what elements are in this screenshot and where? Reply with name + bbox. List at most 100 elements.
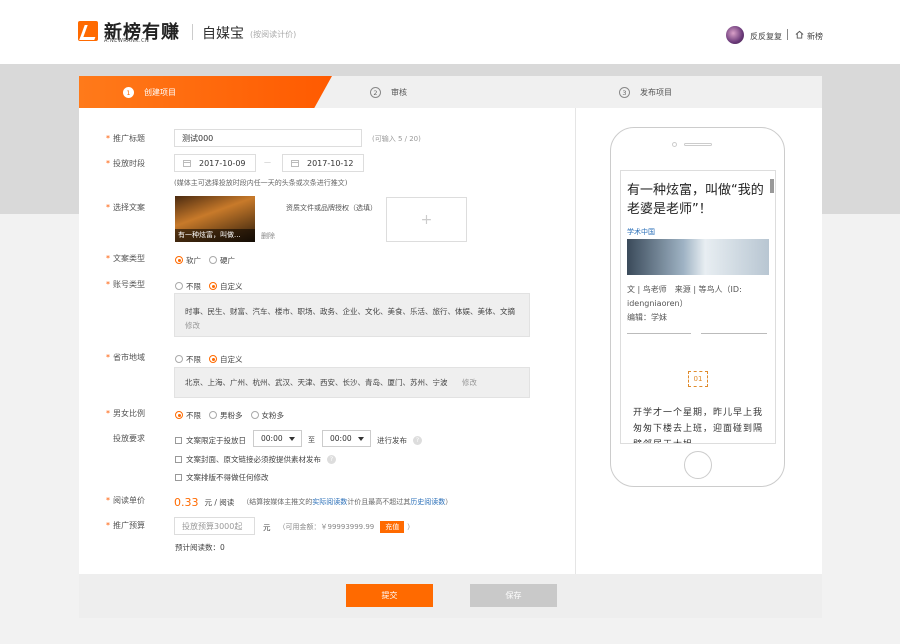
region-tags: 北京、上海、广州、杭州、武汉、天津、西安、长沙、青岛、厦门、苏州、宁波 [185, 378, 448, 387]
delete-article-link[interactable]: 删除 [261, 231, 275, 241]
step-label: 发布项目 [640, 88, 672, 97]
step-create: 1 创建项目 [123, 87, 176, 98]
type-radio-group: 软广 硬广 [175, 253, 243, 267]
product-note: (按阅读计价) [250, 30, 297, 39]
start-time-select[interactable]: 00:00 [253, 430, 302, 447]
article-thumbnail[interactable]: 有一种炫富，叫做... [175, 196, 255, 242]
home-link[interactable]: 新榜 [807, 31, 823, 42]
preview-body-text: 开学才一个星期，昨儿早上我匆匆下楼去上班，迎面碰到隔壁邻居王大姐 [633, 408, 764, 443]
date-dash: — [264, 158, 271, 166]
account-tags: 时事、民生、财富、汽车、楼市、职场、政务、企业、文化、美食、乐活、旅行、体娱、美… [185, 307, 515, 316]
delivery-label: 投放要求 [113, 434, 145, 443]
price-row: 0.33 元 / 阅读 （结算按媒体主推文的 实际阅读数 计价且最高不超过其 历… [174, 495, 453, 509]
radio-region-any[interactable]: 不限 [175, 354, 201, 365]
preview-source-link[interactable]: 学术中国 [627, 227, 655, 237]
create-project-card: 1 创建项目 2 审核 3 发布项目 * 推广标题 测试000 (可输入 5 / … [79, 76, 822, 618]
radio-soft-ad[interactable]: 软广 [175, 255, 201, 266]
account-type-label: * 账号类型 [106, 280, 145, 289]
period-hint: (媒体主可选择投放时段内任一天的头条或次条进行推文) [174, 179, 348, 187]
help-icon[interactable]: ? [413, 435, 422, 445]
region-tags-box: 北京、上海、广州、杭州、武汉、天津、西安、长沙、青岛、厦门、苏州、宁波 修改 [174, 367, 530, 398]
phone-preview: 有一种炫富，叫做“我的老婆是老师”！ 学术中国 文 | 鸟老师 来源 | 等鸟人… [610, 127, 785, 487]
radio-region-custom[interactable]: 自定义 [209, 354, 243, 365]
history-reads-link[interactable]: 历史阅读数 [410, 497, 445, 507]
step-number: 1 [123, 87, 134, 98]
end-time-select[interactable]: 00:00 [322, 430, 371, 447]
price-unit: 元 / 阅读 [204, 497, 235, 507]
calendar-icon [291, 160, 299, 167]
price-value: 0.33 [174, 495, 199, 509]
title-count-hint: (可输入 5 / 20) [372, 135, 421, 143]
help-icon[interactable]: ? [327, 454, 336, 464]
account-type-radio-group: 不限 自定义 [175, 279, 251, 293]
region-radio-group: 不限 自定义 [175, 352, 251, 366]
chevron-down-icon [289, 437, 295, 441]
title-label: * 推广标题 [106, 134, 145, 143]
account-tags-box: 时事、民生、财富、汽车、楼市、职场、政务、企业、文化、美食、乐活、旅行、体娱、美… [174, 293, 530, 337]
step-review: 2 审核 [370, 87, 407, 98]
phone-speaker [684, 143, 712, 146]
checkbox-use-material[interactable]: 文案封面、原文链接必须按提供素材发布 [175, 454, 321, 465]
start-date-input[interactable]: 2017-10-09 [174, 154, 256, 172]
checkbox-limit-day[interactable]: 文案限定于投放日 [175, 435, 246, 446]
step-number: 3 [619, 87, 630, 98]
radio-account-custom[interactable]: 自定义 [209, 281, 243, 292]
edit-region-tags-link[interactable]: 修改 [462, 378, 477, 387]
step-label: 创建项目 [144, 88, 176, 97]
user-divider [787, 29, 788, 40]
price-label: * 阅读单价 [106, 496, 145, 505]
user-name-link[interactable]: 反反复复 [750, 31, 782, 42]
home-icon[interactable] [795, 30, 804, 39]
newrank-logo-icon[interactable] [78, 21, 98, 41]
actual-reads-link[interactable]: 实际阅读数 [312, 497, 347, 507]
radio-gender-any[interactable]: 不限 [175, 410, 201, 421]
phone-camera [672, 142, 677, 147]
preview-meta: 文 | 鸟老师 来源 | 等鸟人（ID: idengniaoren） 编辑：学妹 [627, 285, 742, 322]
budget-input[interactable]: 投放预算3000起 [174, 517, 255, 535]
submit-button[interactable]: 提交 [346, 584, 433, 607]
radio-hard-ad[interactable]: 硬广 [209, 255, 235, 266]
balance-text: （可用金额：￥99993999.99 [278, 523, 375, 531]
form-preview-divider [575, 108, 576, 574]
upload-license-button[interactable]: + [386, 197, 467, 242]
step-progress: 1 创建项目 2 审核 3 发布项目 [79, 76, 822, 108]
save-button[interactable]: 保存 [470, 584, 557, 607]
step-publish: 3 发布项目 [619, 87, 672, 98]
title-input[interactable]: 测试000 [174, 129, 362, 147]
period-label: * 投放时段 [106, 159, 145, 168]
step-number: 2 [370, 87, 381, 98]
gender-radio-group: 不限 男粉多 女粉多 [175, 408, 292, 422]
checkbox-no-layout-change[interactable]: 文案排版不得做任何修改 [175, 472, 269, 483]
form-footer: 提交 保存 [79, 574, 822, 618]
time-to-text: 至 [308, 436, 315, 444]
radio-account-any[interactable]: 不限 [175, 281, 201, 292]
chevron-down-icon [358, 437, 364, 441]
preview-divider [701, 333, 767, 334]
edit-account-tags-link[interactable]: 修改 [185, 321, 200, 330]
estimated-reads: 预计阅读数：0 [175, 543, 225, 552]
delivery-after: 进行发布? [377, 433, 422, 447]
end-date-input[interactable]: 2017-10-12 [282, 154, 364, 172]
thumbnail-caption: 有一种炫富，叫做... [175, 229, 255, 242]
delivery-row-1: 文案限定于投放日 [175, 433, 246, 447]
end-date-value: 2017-10-12 [307, 158, 354, 168]
logo-subtext: A.NEWRANK.CN [104, 38, 150, 44]
step-label: 审核 [391, 88, 407, 97]
top-header: 新榜有赚 A.NEWRANK.CN 自媒宝 (按阅读计价) 反反复复 新榜 [0, 0, 900, 64]
delivery-row-3: 文案排版不得做任何修改 [175, 470, 269, 484]
header-divider [192, 24, 193, 40]
user-avatar[interactable] [726, 26, 744, 44]
preview-article-title: 有一种炫富，叫做“我的老婆是老师”！ [627, 183, 764, 217]
budget-balance-row: 元 （可用金额：￥99993999.99 充值 ） [263, 521, 415, 533]
budget-label: * 推广预算 [106, 521, 145, 530]
scrollbar[interactable] [770, 179, 774, 193]
gender-label: * 男女比例 [106, 409, 145, 418]
article-label: * 选择文案 [106, 203, 145, 212]
phone-screen[interactable]: 有一种炫富，叫做“我的老婆是老师”！ 学术中国 文 | 鸟老师 来源 | 等鸟人… [620, 170, 776, 444]
recharge-button[interactable]: 充值 [380, 521, 405, 533]
radio-gender-male[interactable]: 男粉多 [209, 410, 243, 421]
radio-gender-female[interactable]: 女粉多 [250, 410, 284, 421]
start-date-value: 2017-10-09 [199, 158, 246, 168]
product-name: 自媒宝 [202, 26, 244, 42]
region-label: * 省市地域 [106, 353, 145, 362]
